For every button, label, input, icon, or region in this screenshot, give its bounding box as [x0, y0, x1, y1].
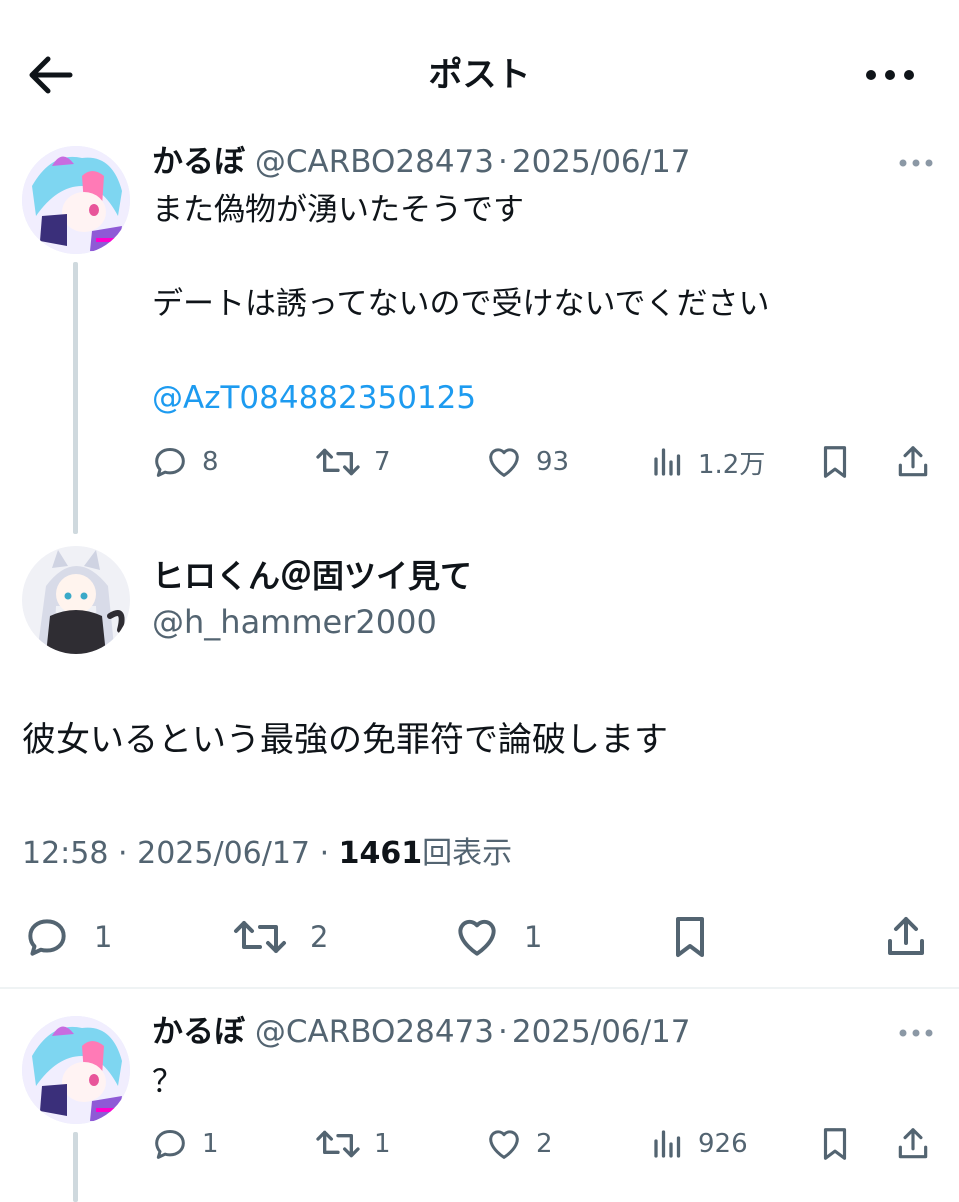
reply-tweet[interactable]: かるぼ @CARBO28473 · 2025/06/17 ？ 1 1 2 926	[0, 1000, 959, 1202]
like-icon	[489, 1130, 519, 1159]
like-icon	[458, 919, 496, 956]
page-title: ポスト	[428, 55, 531, 95]
views-count: 926	[698, 1129, 748, 1159]
views-icon	[654, 448, 681, 476]
share-icon	[888, 917, 924, 955]
avatar[interactable]	[22, 146, 130, 254]
avatar[interactable]	[22, 1016, 130, 1124]
tweet-date[interactable]: 2025/06/17	[137, 836, 310, 871]
repost-icon	[316, 1130, 360, 1158]
repost-button[interactable]: 7	[314, 442, 391, 482]
reply-count: 1	[202, 1129, 219, 1159]
more-icon	[866, 70, 914, 80]
like-count: 2	[536, 1129, 553, 1159]
like-button[interactable]: 93	[484, 442, 569, 482]
tweet-header: かるぼ @CARBO28473 · 2025/06/17	[152, 1012, 691, 1052]
tweet-text-line: また偽物が湧いたそうです	[152, 192, 524, 228]
tweet-time[interactable]: 12:58	[22, 836, 108, 871]
thread-connector-line	[73, 262, 78, 534]
tweet-text-line: デートは誘ってないので受けないでください	[152, 286, 770, 322]
repost-button[interactable]: 2	[232, 912, 328, 962]
separator-dot: ·	[319, 836, 330, 871]
repost-button[interactable]: 1	[314, 1124, 391, 1164]
author-handle[interactable]: @h_hammer2000	[152, 600, 437, 644]
separator-dot: ·	[498, 144, 508, 180]
repost-icon	[316, 448, 360, 476]
reply-button[interactable]: 1	[22, 912, 112, 962]
separator-dot: ·	[118, 836, 128, 871]
bookmark-button[interactable]	[816, 442, 854, 482]
tweet-date[interactable]: 2025/06/17	[512, 1014, 691, 1050]
reply-button[interactable]: 1	[150, 1124, 219, 1164]
like-count: 1	[524, 920, 543, 954]
focal-tweet: ヒロくん＠固ツイ見て @h_hammer2000 彼女いるという最強の免罪符で論…	[0, 540, 959, 980]
repost-count: 7	[374, 447, 391, 477]
tweet-meta: 12:58 · 2025/06/17 · 1461回表示	[22, 832, 512, 876]
views-label: 回表示	[422, 836, 513, 871]
repost-count: 2	[310, 920, 329, 954]
author-name[interactable]: かるぼ	[152, 1014, 245, 1050]
repost-icon	[234, 921, 286, 953]
repost-count: 1	[374, 1129, 391, 1159]
reply-icon	[28, 919, 66, 956]
reply-count: 8	[202, 447, 219, 477]
reply-icon	[155, 1130, 185, 1159]
separator-dot: ·	[498, 1014, 508, 1050]
tweet-header: かるぼ @CARBO28473 · 2025/06/17	[152, 142, 691, 182]
reply-button[interactable]: 8	[150, 442, 219, 482]
views-button[interactable]: 926	[650, 1124, 748, 1164]
more-icon	[899, 1029, 933, 1037]
like-button[interactable]: 2	[484, 1124, 553, 1164]
bookmark-button[interactable]	[816, 1124, 854, 1164]
bookmark-icon	[823, 1128, 847, 1160]
views-count: 1461	[338, 836, 423, 871]
share-button[interactable]	[894, 1124, 932, 1164]
like-icon	[489, 448, 519, 477]
views-count: 1.2万	[698, 449, 766, 480]
parent-tweet[interactable]: かるぼ @CARBO28473 · 2025/06/17 また偽物が湧いたそうです …	[0, 130, 959, 534]
mention-link[interactable]: @AzT084882350125	[152, 378, 476, 418]
more-button[interactable]	[860, 55, 920, 95]
bookmark-icon	[823, 446, 847, 478]
share-button[interactable]	[894, 442, 932, 482]
share-icon	[898, 446, 928, 477]
like-count: 93	[536, 447, 570, 477]
tweet-more-button[interactable]	[896, 150, 936, 176]
tweet-text: 彼女いるという最強の免罪符で論破します	[22, 720, 668, 760]
like-button[interactable]: 1	[452, 912, 542, 962]
author-handle[interactable]: @CARBO28473	[255, 144, 494, 180]
share-button[interactable]	[882, 912, 930, 962]
tweet-date[interactable]: 2025/06/17	[512, 144, 691, 180]
author-name[interactable]: ヒロくん＠固ツイ見て	[152, 554, 472, 598]
more-icon	[899, 159, 933, 167]
tweet-more-button[interactable]	[896, 1020, 936, 1046]
tweet-text: ？	[152, 1064, 183, 1100]
views-icon	[654, 1130, 681, 1158]
reply-icon	[155, 448, 185, 477]
bookmark-button[interactable]	[666, 912, 714, 962]
thread-connector-line	[73, 1132, 78, 1202]
avatar[interactable]	[22, 546, 130, 654]
author-handle[interactable]: @CARBO28473	[255, 1014, 494, 1050]
share-icon	[898, 1128, 928, 1159]
reply-count: 1	[94, 920, 113, 954]
divider	[0, 987, 959, 989]
author-name[interactable]: かるぼ	[152, 144, 245, 180]
bookmark-icon	[676, 917, 704, 957]
views-button[interactable]: 1.2万	[650, 442, 765, 482]
